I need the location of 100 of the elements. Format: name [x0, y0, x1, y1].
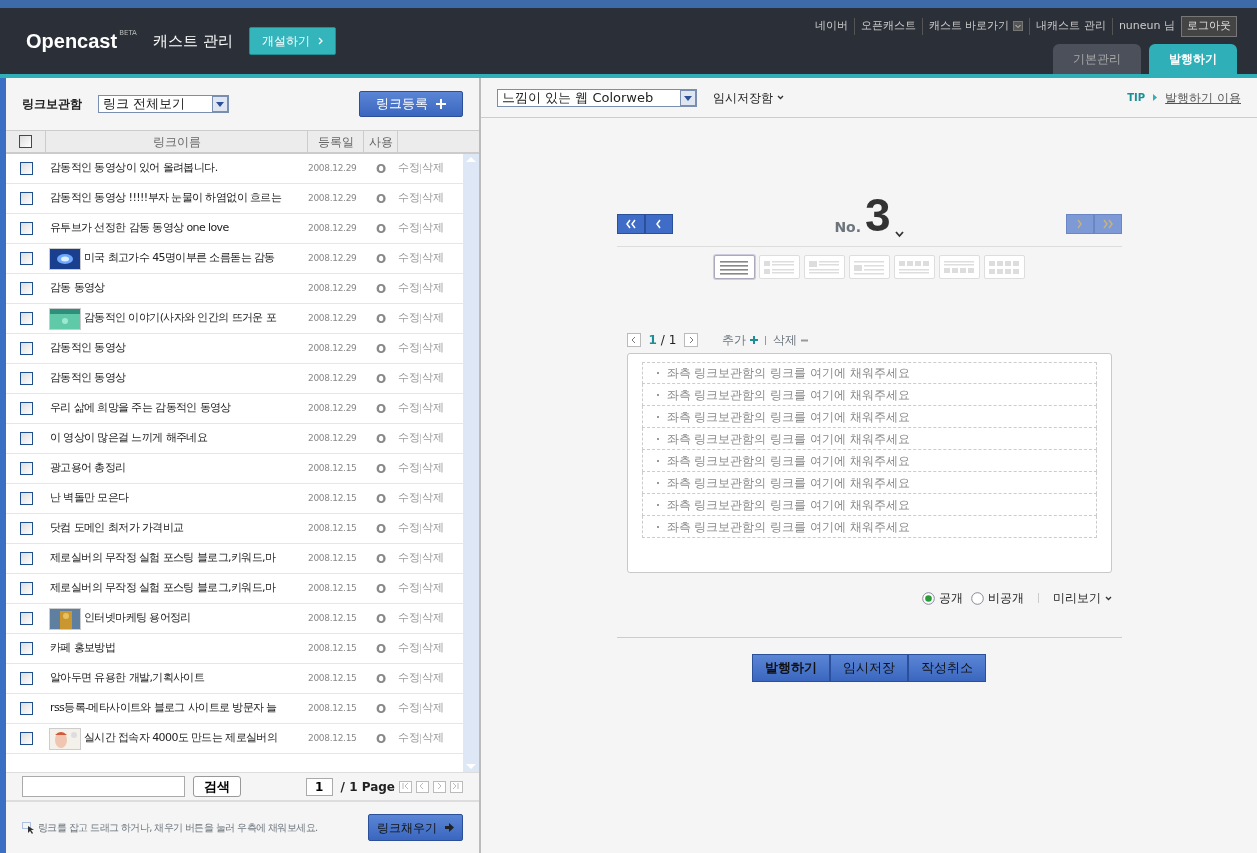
temp-saved-menu[interactable]: 임시저장함 [713, 88, 784, 107]
row-checkbox[interactable] [19, 492, 33, 505]
link-name[interactable]: 감동적인 이야기(사자와 인간의 뜨거운 포 [84, 310, 277, 327]
top-nav-link[interactable]: 캐스트 바로가기 [922, 18, 1031, 35]
link-name[interactable]: 제로실버의 무작정 실험 포스팅 블로그,키워드,마 [50, 550, 276, 567]
link-name[interactable]: 제로실버의 무작정 실험 포스팅 블로그,키워드,마 [50, 580, 276, 597]
row-checkbox[interactable] [19, 522, 33, 535]
edit-link[interactable]: 수정 [398, 430, 419, 447]
register-link-button[interactable]: 링크등록 [359, 91, 463, 117]
link-name[interactable]: 실시간 접속자 4000도 만드는 제로실버의 [84, 730, 278, 747]
publish-button[interactable]: 발행하기 [752, 654, 830, 682]
cancel-button[interactable]: 작성취소 [908, 654, 986, 682]
delete-link[interactable]: 삭제 [422, 700, 443, 717]
layout-option[interactable] [713, 255, 755, 279]
next-number-button[interactable] [1065, 214, 1094, 234]
delete-link[interactable]: 삭제 [422, 640, 443, 657]
edit-link[interactable]: 수정 [398, 220, 419, 237]
link-name[interactable]: 유투브가 선정한 감동 동영상 one love [50, 220, 229, 237]
delete-link[interactable]: 삭제 [422, 670, 443, 687]
delete-link[interactable]: 삭제 [422, 490, 443, 507]
link-name[interactable]: 광고용어 총정리 [50, 460, 126, 477]
row-checkbox[interactable] [19, 552, 33, 565]
edit-link[interactable]: 수정 [398, 310, 419, 327]
link-name[interactable]: 감동적인 동영상 [50, 370, 126, 387]
edit-link[interactable]: 수정 [398, 700, 419, 717]
radio-button[interactable] [921, 591, 935, 605]
edit-link[interactable]: 수정 [398, 490, 419, 507]
row-checkbox[interactable] [19, 402, 33, 415]
row-checkbox[interactable] [19, 282, 33, 295]
logout-button[interactable]: 로그아웃 [1181, 16, 1237, 37]
top-nav-link[interactable]: 네이버 [808, 18, 855, 35]
link-name[interactable]: 감동적인 동영상 [50, 340, 126, 357]
delete-link[interactable]: 삭제 [422, 550, 443, 567]
row-checkbox[interactable] [19, 672, 33, 685]
row-checkbox[interactable] [19, 252, 33, 265]
page-number-field[interactable]: 1 [305, 777, 333, 796]
edit-link[interactable]: 수정 [398, 400, 419, 417]
theme-select[interactable]: 느낌이 있는 웹 Colorweb [497, 88, 697, 107]
tab[interactable]: 기본관리 [1053, 44, 1141, 74]
link-name[interactable]: 카페 홍보방법 [50, 640, 116, 657]
edit-link[interactable]: 수정 [398, 670, 419, 687]
link-name[interactable]: rss등록-메타사이트와 블로그 사이트로 방문자 늘 [50, 700, 277, 717]
chevron-down-icon[interactable] [894, 231, 904, 238]
top-nav-link[interactable]: 내캐스트 관리 [1030, 18, 1113, 35]
edit-link[interactable]: 수정 [398, 340, 419, 357]
delete-link[interactable]: 삭제 [422, 460, 443, 477]
row-checkbox[interactable] [19, 192, 33, 205]
search-field[interactable] [22, 776, 185, 797]
row-checkbox[interactable] [19, 432, 33, 445]
delete-link[interactable]: 삭제 [422, 520, 443, 537]
edit-link[interactable]: 수정 [398, 730, 419, 747]
delete-link[interactable]: 삭제 [422, 190, 443, 207]
tab[interactable]: 발행하기 [1149, 44, 1237, 74]
delete-link[interactable]: 삭제 [422, 430, 443, 447]
top-nav-link[interactable]: 오픈캐스트 [854, 18, 923, 35]
edit-link[interactable]: 수정 [398, 580, 419, 597]
edit-link[interactable]: 수정 [398, 610, 419, 627]
row-checkbox[interactable] [19, 582, 33, 595]
edit-link[interactable]: 수정 [398, 250, 419, 267]
edit-link[interactable]: 수정 [398, 640, 419, 657]
delete-link[interactable]: 삭제 [422, 580, 443, 597]
link-name[interactable]: 우리 삶에 희망을 주는 감동적인 동영상 [50, 400, 231, 417]
link-name[interactable]: 감동 동영상 [50, 280, 105, 297]
search-button[interactable]: 검색 [193, 776, 241, 797]
delete-link[interactable]: 삭제 [422, 160, 443, 177]
open-cast-button[interactable]: 개설하기 [248, 27, 336, 55]
delete-link[interactable]: 삭제 [422, 610, 443, 627]
delete-link[interactable]: 삭제 [422, 400, 443, 417]
row-checkbox[interactable] [19, 642, 33, 655]
row-checkbox[interactable] [19, 702, 33, 715]
delete-link[interactable]: 삭제 [422, 310, 443, 327]
edit-link[interactable]: 수정 [398, 370, 419, 387]
row-checkbox[interactable] [19, 312, 33, 325]
tip-link[interactable]: 발행하기 이용 [1165, 88, 1241, 107]
filter-select[interactable]: 링크 전체보기 [98, 95, 229, 113]
delete-link[interactable]: 삭제 [422, 220, 443, 237]
link-name[interactable]: 미국 최고가수 45명이부른 소름돋는 감동 [84, 250, 275, 267]
dropdown-icon[interactable] [212, 96, 228, 112]
edit-link[interactable]: 수정 [398, 280, 419, 297]
link-name[interactable]: 닷컴 도메인 최저가 가격비교 [50, 520, 184, 537]
select-all-checkbox[interactable] [19, 135, 32, 148]
link-name[interactable]: 감동적인 동영상이 있어 올려봅니다. [50, 160, 218, 177]
row-checkbox[interactable] [19, 162, 33, 175]
next-page-icon[interactable] [684, 333, 699, 347]
link-name[interactable]: 이 영상이 많은걸 느끼게 해주네요 [50, 430, 208, 447]
link-name[interactable]: 인터넷마케팅 용어정리 [84, 610, 191, 627]
row-checkbox[interactable] [19, 342, 33, 355]
delete-link[interactable]: 삭제 [773, 331, 798, 349]
edit-link[interactable]: 수정 [398, 460, 419, 477]
fill-links-button[interactable]: 링크채우기 [368, 814, 463, 841]
row-checkbox[interactable] [19, 372, 33, 385]
edit-link[interactable]: 수정 [398, 520, 419, 537]
previous-page-icon[interactable] [626, 333, 641, 347]
link-name[interactable]: 난 벽돌만 모은다 [50, 490, 129, 507]
row-checkbox[interactable] [19, 612, 33, 625]
row-checkbox[interactable] [19, 462, 33, 475]
logo[interactable]: Opencast [26, 26, 118, 56]
radio-button[interactable] [970, 591, 984, 605]
delete-link[interactable]: 삭제 [422, 370, 443, 387]
delete-link[interactable]: 삭제 [422, 280, 443, 297]
